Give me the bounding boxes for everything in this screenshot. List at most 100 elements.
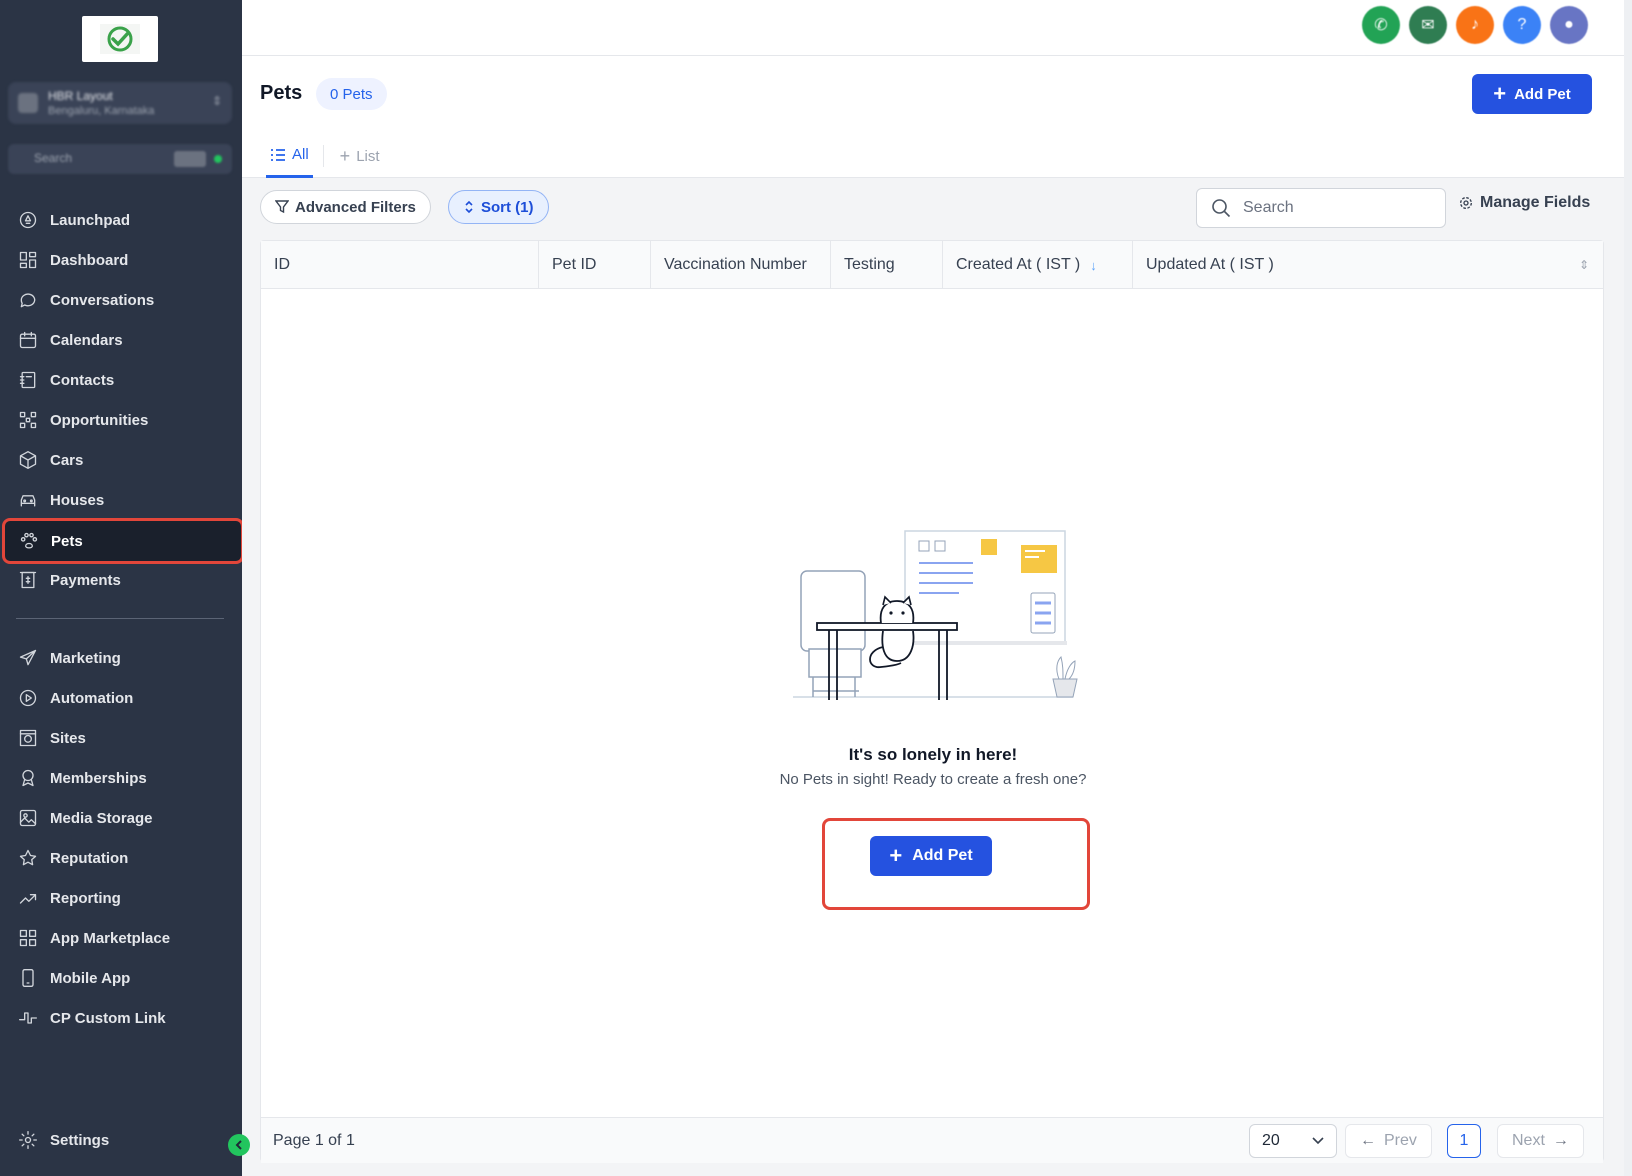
sort-button[interactable]: Sort (1) xyxy=(448,190,549,224)
sidebar-item-label: Conversations xyxy=(50,291,155,309)
page-info: Page 1 of 1 xyxy=(273,1132,355,1149)
sidebar-item-payments[interactable]: Payments xyxy=(6,560,236,600)
plus-icon: + xyxy=(889,843,903,868)
tab-separator xyxy=(322,145,324,167)
sidebar-item-app-marketplace[interactable]: App Marketplace xyxy=(6,918,236,958)
tab-all[interactable]: All xyxy=(266,134,313,178)
search-icon xyxy=(1212,199,1231,218)
sidebar-item-reputation[interactable]: Reputation xyxy=(6,838,236,878)
badge-icon xyxy=(18,768,38,788)
sidebar-item-label: Houses xyxy=(50,491,105,509)
empty-state: It's so lonely in here! No Pets in sight… xyxy=(261,521,1605,788)
sidebar-item-conversations[interactable]: Conversations xyxy=(6,280,236,320)
megaphone-icon[interactable]: ✉ xyxy=(1409,6,1447,44)
chevron-left-icon xyxy=(235,1140,242,1150)
bell-icon[interactable]: ♪ xyxy=(1456,6,1494,44)
sidebar-item-label: Opportunities xyxy=(50,411,149,429)
chevron-updown-icon[interactable]: ⇕ xyxy=(1579,258,1589,272)
avatar[interactable]: ● xyxy=(1550,6,1588,44)
account-switcher[interactable]: HBR Layout Bengaluru, Karnataka ⇕ xyxy=(8,82,232,124)
column-header-vaccination-number[interactable]: Vaccination Number xyxy=(651,241,831,289)
sidebar-item-contacts[interactable]: Contacts xyxy=(6,360,236,400)
sidebar: HBR Layout Bengaluru, Karnataka ⇕ Search… xyxy=(0,0,244,1176)
account-name: HBR Layout xyxy=(48,89,113,103)
sidebar-item-label: Mobile App xyxy=(50,969,131,987)
help-icon[interactable]: ? xyxy=(1503,6,1541,44)
company-logo[interactable] xyxy=(82,16,158,62)
next-page-button[interactable]: Next → xyxy=(1497,1124,1584,1158)
sidebar-item-dashboard[interactable]: Dashboard xyxy=(6,240,236,280)
prev-page-button[interactable]: ← Prev xyxy=(1345,1124,1432,1158)
empty-state-add-pet-button[interactable]: + Add Pet xyxy=(870,836,992,876)
sidebar-divider xyxy=(16,618,224,619)
car-icon xyxy=(18,490,38,510)
phone-icon[interactable]: ✆ xyxy=(1362,6,1400,44)
page-number-button[interactable]: 1 xyxy=(1447,1124,1481,1158)
play-circle-icon xyxy=(18,688,38,708)
sidebar-item-marketing[interactable]: Marketing xyxy=(6,638,236,678)
column-header-created-at[interactable]: Created At ( IST ) ↓ xyxy=(943,241,1133,289)
prev-label: Prev xyxy=(1384,1132,1417,1149)
column-label: Created At ( IST ) xyxy=(956,256,1081,273)
quick-search[interactable]: Search xyxy=(8,144,232,174)
collapse-sidebar-button[interactable] xyxy=(228,1134,250,1156)
sidebar-item-reporting[interactable]: Reporting xyxy=(6,878,236,918)
sidebar-item-cars[interactable]: Cars xyxy=(6,440,236,480)
arrow-right-icon: → xyxy=(1552,1132,1569,1149)
sort-updown-icon xyxy=(465,200,473,214)
gear-icon xyxy=(1460,197,1472,209)
link-icon xyxy=(18,1008,38,1028)
arrow-left-icon: ← xyxy=(1360,1132,1376,1149)
sidebar-item-opportunities[interactable]: Opportunities xyxy=(6,400,236,440)
sidebar-item-memberships[interactable]: Memberships xyxy=(6,758,236,798)
sidebar-item-pets[interactable]: Pets xyxy=(2,518,244,564)
top-bar: ✆ ✉ ♪ ? ● xyxy=(242,0,1632,56)
sidebar-item-settings[interactable]: Settings xyxy=(6,1120,236,1160)
sidebar-item-automation[interactable]: Automation xyxy=(6,678,236,718)
sidebar-item-label: Sites xyxy=(50,729,86,747)
sidebar-item-sites[interactable]: Sites xyxy=(6,718,236,758)
advanced-filters-label: Advanced Filters xyxy=(295,198,416,216)
sidebar-item-label: Payments xyxy=(50,571,121,589)
sidebar-item-mobile-app[interactable]: Mobile App xyxy=(6,958,236,998)
rocket-icon xyxy=(18,210,38,230)
sidebar-item-label: Automation xyxy=(50,689,134,707)
tab-label: All xyxy=(292,146,309,163)
arrow-down-icon[interactable]: ↓ xyxy=(1090,258,1097,273)
add-pet-button[interactable]: + Add Pet xyxy=(1472,74,1592,114)
sidebar-item-label: Media Storage xyxy=(50,809,153,827)
plus-icon: + xyxy=(339,145,351,166)
table-header: ID Pet ID Vaccination Number Testing Cre… xyxy=(261,241,1603,289)
logo-check-icon xyxy=(100,24,140,54)
sidebar-item-label: Reporting xyxy=(50,889,121,907)
column-header-testing[interactable]: Testing xyxy=(831,241,943,289)
column-header-id[interactable]: ID xyxy=(261,241,539,289)
sidebar-item-media-storage[interactable]: Media Storage xyxy=(6,798,236,838)
chat-icon xyxy=(18,290,38,310)
window-edge xyxy=(1624,0,1632,1176)
tab-add-list[interactable]: + List xyxy=(336,134,384,178)
sidebar-item-label: Launchpad xyxy=(50,211,131,229)
records-table: ID Pet ID Vaccination Number Testing Cre… xyxy=(260,240,1605,1163)
sidebar-item-launchpad[interactable]: Launchpad xyxy=(6,200,236,240)
search-input[interactable] xyxy=(1243,199,1423,217)
calendar-icon xyxy=(18,330,38,350)
column-header-updated-at[interactable]: Updated At ( IST ) ⇕ xyxy=(1133,241,1603,289)
search-field[interactable] xyxy=(1196,188,1446,228)
sidebar-item-label: CP Custom Link xyxy=(50,1009,166,1027)
sidebar-item-label: Calendars xyxy=(50,331,123,349)
account-avatar xyxy=(18,93,38,113)
sidebar-item-calendars[interactable]: Calendars xyxy=(6,320,236,360)
manage-fields-button[interactable]: Manage Fields xyxy=(1458,194,1590,212)
sidebar-item-cp-custom-link[interactable]: CP Custom Link xyxy=(6,998,236,1038)
sidebar-item-label: Settings xyxy=(50,1131,110,1149)
empty-desk-cat-illustration xyxy=(793,530,1078,700)
pagination-bar: Page 1 of 1 20 ← Prev 1 Next → xyxy=(261,1117,1603,1163)
column-header-pet-id[interactable]: Pet ID xyxy=(539,241,651,289)
sidebar-item-houses[interactable]: Houses xyxy=(6,480,236,520)
sidebar-item-label: Cars xyxy=(50,451,84,469)
advanced-filters-button[interactable]: Advanced Filters xyxy=(260,190,431,224)
sidebar-item-label: Memberships xyxy=(50,769,147,787)
column-label: Updated At ( IST ) xyxy=(1146,256,1274,273)
per-page-select[interactable]: 20 xyxy=(1249,1124,1337,1158)
